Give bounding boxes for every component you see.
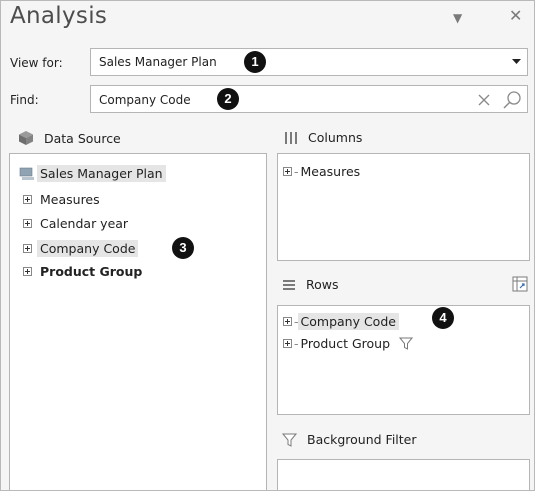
rows-item-label: Company Code: [297, 313, 399, 330]
data-source-tree: Sales Manager Plan Measures Calendar yea…: [9, 153, 267, 490]
view-for-value: Sales Manager Plan: [99, 55, 217, 69]
background-filter-heading: Background Filter: [282, 432, 417, 447]
data-source-heading-label: Data Source: [44, 130, 121, 146]
chevron-down-icon[interactable]: [512, 59, 521, 65]
columns-heading: Columns: [284, 130, 362, 145]
expand-icon[interactable]: [283, 317, 292, 326]
callout-marker-3: 3: [172, 237, 194, 259]
rows-heading-label: Rows: [306, 277, 339, 292]
find-input[interactable]: Company Code: [90, 85, 528, 113]
rows-item-label: Product Group: [300, 336, 391, 351]
tree-item-label: Product Group: [40, 264, 143, 279]
tree-item-product-group[interactable]: Product Group: [23, 264, 142, 279]
expand-icon[interactable]: [23, 244, 32, 253]
tree-item-measures[interactable]: Measures: [23, 192, 100, 207]
search-icon[interactable]: [502, 90, 522, 110]
rows-item-product-group[interactable]: - Product Group: [283, 336, 414, 351]
background-filter-dropzone[interactable]: [277, 459, 530, 490]
tree-item-label: Calendar year: [40, 216, 129, 231]
data-source-root-label: Sales Manager Plan: [37, 165, 166, 182]
columns-heading-label: Columns: [308, 130, 363, 145]
columns-item-label: Measures: [300, 164, 361, 179]
rows-dropzone[interactable]: - Company Code - Product Group: [277, 305, 530, 415]
tree-item-company-code[interactable]: Company Code: [23, 240, 139, 257]
expand-icon[interactable]: [23, 267, 32, 276]
data-source-heading: Data Source: [18, 130, 121, 146]
columns-icon: [284, 131, 298, 145]
clear-icon[interactable]: [477, 93, 491, 107]
expand-icon[interactable]: [23, 219, 32, 228]
rows-item-company-code[interactable]: - Company Code: [283, 313, 399, 330]
close-icon[interactable]: ✕: [509, 6, 522, 25]
pin-dropdown-icon[interactable]: ▼: [453, 11, 462, 25]
view-for-dropdown[interactable]: Sales Manager Plan: [90, 48, 528, 76]
tree-item-label: Measures: [40, 192, 100, 207]
swap-axes-icon[interactable]: [512, 276, 528, 296]
view-for-label: View for:: [10, 56, 63, 70]
data-source-icon: [19, 167, 34, 180]
callout-marker-1: 1: [244, 51, 266, 73]
rows-heading: Rows: [282, 277, 339, 292]
tree-item-calendar-year[interactable]: Calendar year: [23, 216, 128, 231]
background-filter-heading-label: Background Filter: [307, 432, 417, 447]
callout-marker-2: 2: [217, 88, 239, 110]
tree-item-label: Company Code: [37, 240, 139, 257]
callout-marker-4: 4: [432, 307, 454, 329]
filter-icon: [282, 433, 297, 447]
expand-icon[interactable]: [283, 339, 292, 348]
expand-icon[interactable]: [23, 195, 32, 204]
expand-icon[interactable]: [283, 167, 292, 176]
columns-item-measures[interactable]: - Measures: [283, 164, 360, 179]
rows-icon: [282, 278, 296, 292]
analysis-pane: Analysis ▼ ✕ View for: Sales Manager Pla…: [0, 0, 535, 491]
pane-title: Analysis: [10, 3, 108, 29]
cube-icon: [18, 130, 34, 146]
filter-icon[interactable]: [399, 337, 414, 350]
find-value: Company Code: [99, 93, 191, 107]
data-source-root[interactable]: Sales Manager Plan: [19, 165, 166, 182]
find-label: Find:: [10, 93, 39, 107]
columns-dropzone[interactable]: - Measures: [277, 153, 530, 261]
